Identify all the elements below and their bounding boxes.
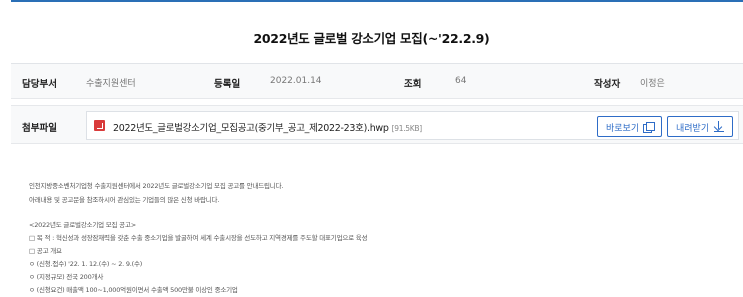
- intro-line-1: 인천지방중소벤처기업청 수출지원센터에서 2022년도 글로벌강소기업 모집 공…: [29, 182, 284, 190]
- views-value: 64: [455, 76, 467, 86]
- attachment-file-name: 2022년도_글로벌강소기업_모집공고(중기부_공고_제2022-23호).hw…: [113, 123, 389, 134]
- attachment-file-size: [91.5KB]: [391, 124, 423, 133]
- download-button-label: 내려받기: [676, 124, 710, 134]
- purpose-line: □ 목 적 : 혁신성과 성장잠재력을 갖춘 수출 중소기업을 발굴하여 세계 …: [29, 234, 368, 242]
- list-item: ㅇ (신청.접수) '22. 1. 12.(수) ~ 2. 9.(수): [29, 260, 143, 268]
- list-item: ㅇ (지정규모) 전국 200개사: [29, 273, 104, 281]
- top-border-line: [11, 0, 743, 2]
- attachment-box: 2022년도_글로벌강소기업_모집공고(중기부_공고_제2022-23호).hw…: [86, 111, 739, 140]
- date-value: 2022.01.14: [270, 76, 322, 86]
- attachment-row: 첨부파일 2022년도_글로벌강소기업_모집공고(중기부_공고_제2022-23…: [11, 105, 743, 144]
- download-icon: [714, 121, 724, 132]
- attachment-label: 첨부파일: [22, 123, 57, 134]
- list-item: ㅇ (신청요건) 매출액 100~1,000억원이면서 수출액 500만불 이상…: [29, 286, 238, 294]
- dept-label: 담당부서: [22, 79, 57, 90]
- section-title: <2022년도 글로벌강소기업 모집 공고>: [29, 221, 136, 229]
- views-label: 조회: [404, 79, 422, 90]
- date-label: 등록일: [214, 79, 241, 90]
- download-button[interactable]: 내려받기: [667, 116, 733, 137]
- preview-icon: [643, 122, 655, 133]
- author-value: 이정은: [640, 79, 665, 89]
- page-title: 2022년도 글로벌 강소기업 모집(~'22.2.9): [253, 31, 490, 46]
- overview-heading: □ 공고 개요: [29, 247, 62, 255]
- hwp-file-icon: [94, 120, 105, 131]
- info-row: 담당부서 수출지원센터 등록일 2022.01.14 조회 64 작성자 이정은: [11, 63, 743, 99]
- intro-line-2: 아래내용 및 공고문을 참조하시어 관심있는 기업들의 많은 신청 바랍니다.: [29, 196, 220, 204]
- preview-button[interactable]: 바로보기: [597, 116, 662, 137]
- dept-value: 수출지원센터: [86, 79, 136, 89]
- attachment-file-link[interactable]: 2022년도_글로벌강소기업_모집공고(중기부_공고_제2022-23호).hw…: [113, 120, 422, 134]
- preview-button-label: 바로보기: [606, 124, 640, 134]
- author-label: 작성자: [594, 79, 621, 90]
